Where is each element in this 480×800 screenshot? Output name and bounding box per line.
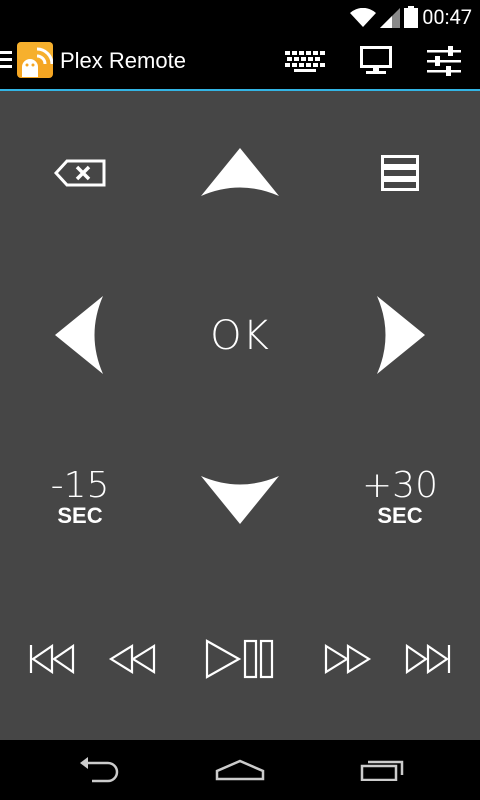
- backspace-button[interactable]: [40, 146, 120, 200]
- battery-icon: [404, 6, 418, 28]
- right-button[interactable]: [365, 291, 435, 379]
- keyboard-icon: [285, 51, 325, 72]
- back-icon: [80, 757, 119, 783]
- left-button[interactable]: [45, 291, 115, 379]
- skip-to-start-button[interactable]: [22, 639, 82, 679]
- arrow-down-icon: [201, 476, 279, 524]
- skip-to-end-button[interactable]: [398, 639, 458, 679]
- drawer-menu-icon[interactable]: [0, 51, 12, 69]
- signal-icon: [380, 8, 400, 28]
- skip-forward-unit: SEC: [377, 503, 423, 528]
- action-bar: Plex Remote: [0, 33, 480, 91]
- rewind-icon: [108, 644, 156, 674]
- skip-next-icon: [405, 644, 451, 674]
- rewind-button[interactable]: [102, 639, 162, 679]
- play-pause-button[interactable]: [198, 633, 282, 685]
- monitor-icon: [360, 46, 392, 74]
- skip-forward-button[interactable]: +30 SEC: [355, 466, 445, 530]
- wifi-icon: [350, 8, 376, 27]
- nav-back-button[interactable]: [68, 750, 132, 790]
- keyboard-button[interactable]: [281, 41, 329, 81]
- play-pause-icon: [205, 639, 274, 679]
- remote-panel: OK -15 SEC +30 SEC: [0, 91, 480, 740]
- skip-forward-amount: +30: [362, 465, 438, 506]
- fast-forward-icon: [324, 644, 372, 674]
- skip-back-amount: -15: [50, 465, 110, 506]
- up-button[interactable]: [190, 141, 290, 205]
- ok-button[interactable]: OK: [190, 301, 290, 371]
- skip-back-unit: SEC: [57, 503, 103, 528]
- list-menu-icon: [381, 155, 419, 191]
- skip-back-button[interactable]: -15 SEC: [40, 466, 120, 530]
- recents-icon: [360, 760, 404, 781]
- status-icons: [350, 6, 418, 28]
- player-select-button[interactable]: [352, 41, 400, 81]
- down-button[interactable]: [190, 467, 290, 531]
- skip-previous-icon: [29, 644, 75, 674]
- status-bar: 00:47: [0, 0, 480, 33]
- arrow-left-icon: [55, 296, 103, 374]
- arrow-right-icon: [377, 296, 425, 374]
- sliders-icon: [427, 46, 461, 76]
- home-icon: [215, 759, 265, 781]
- status-time: 00:47: [422, 5, 472, 29]
- settings-button[interactable]: [420, 41, 468, 81]
- arrow-up-icon: [201, 148, 279, 196]
- nav-recents-button[interactable]: [350, 750, 414, 790]
- ok-label: OK: [210, 313, 270, 359]
- backspace-icon: [54, 159, 106, 187]
- fast-forward-button[interactable]: [318, 639, 378, 679]
- nav-home-button[interactable]: [208, 750, 272, 790]
- app-title: Plex Remote: [60, 48, 186, 73]
- plex-logo-icon[interactable]: [17, 42, 53, 78]
- navigation-bar: [0, 740, 480, 800]
- menu-button[interactable]: [360, 143, 440, 203]
